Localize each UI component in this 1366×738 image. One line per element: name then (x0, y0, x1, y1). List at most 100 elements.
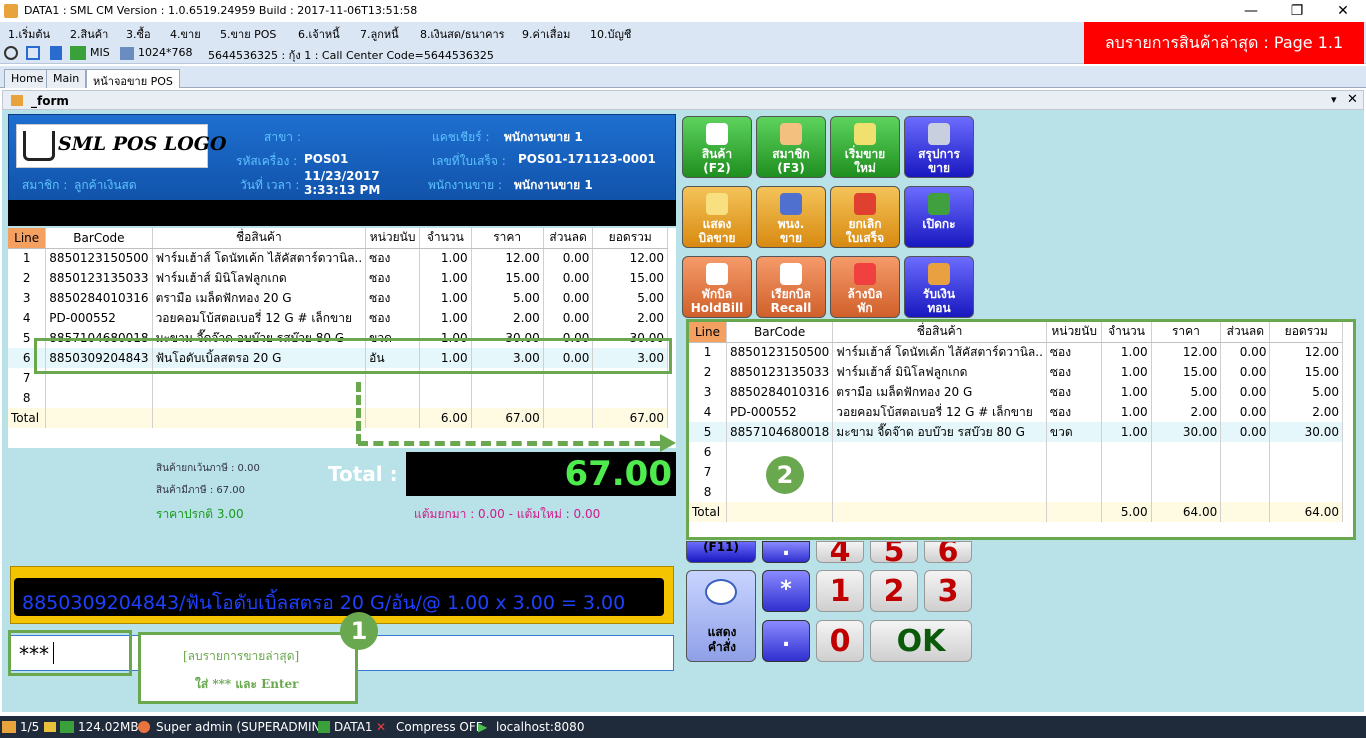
salesperson-button[interactable]: พนง. ขาย (756, 186, 826, 248)
total-cell (152, 408, 367, 428)
receive-change-icon (928, 263, 950, 285)
menu-item-buy[interactable]: 3.ซื้อ (126, 25, 151, 43)
chart-icon[interactable] (70, 46, 86, 60)
col-amount[interactable]: ยอดรวม (592, 228, 668, 249)
col-amount[interactable]: ยอดรวม (1269, 322, 1343, 343)
member-value: ลูกค้าเงินสด (74, 178, 137, 192)
member-f3-icon (780, 123, 802, 145)
clear-held-bill-label: ล้างบิล (847, 287, 883, 301)
col-discount[interactable]: ส่วนลด (1220, 322, 1271, 343)
minimize-button[interactable]: — (1228, 0, 1274, 22)
table-cell: 0.00 (1220, 382, 1271, 402)
menu-item-cash-bank[interactable]: 8.เงินสด/ธนาคาร (420, 25, 505, 43)
open-shift-button[interactable]: เปิดกะ (904, 186, 974, 248)
menu-item-sell-pos[interactable]: 5.ขาย POS (220, 25, 276, 43)
total-cell (365, 408, 421, 428)
vat-text: สินค้ามีภาษี : 67.00 (156, 485, 245, 496)
receive-change-button[interactable]: รับเงิน ทอน (904, 256, 974, 318)
tab-strip: Home Main หน้าจอขาย POS (0, 66, 1366, 88)
f11-button[interactable]: (F11) (686, 540, 756, 563)
table-cell (1220, 482, 1271, 502)
connector-horizontal (358, 441, 660, 446)
picture-icon[interactable] (120, 47, 134, 60)
table-cell: 6 (689, 442, 728, 462)
menu-item-start[interactable]: 1.เริ่มต้น (8, 25, 50, 43)
tab-main[interactable]: Main (46, 69, 87, 88)
menu-item-depreciation[interactable]: 9.ค่าเสื่อม (522, 25, 570, 43)
table-cell (832, 442, 1047, 462)
col-discount[interactable]: ส่วนลด (543, 228, 594, 249)
member-f3-button[interactable]: สมาชิก (F3) (756, 116, 826, 178)
table-row[interactable]: 2 8850123135033 ฟาร์มเฮ้าส์ มินิโลฟลูกเกดซ… (689, 362, 1343, 382)
table-row[interactable]: 5 8857104680018 มะขาม จี๊ดจ๊าด อบบ๊วย รสบ๊… (689, 422, 1343, 442)
menu-item-product[interactable]: 2.สินค้า (70, 25, 108, 43)
col-qty[interactable]: จำนวน (419, 228, 472, 249)
table-row[interactable]: 4 PD-000552 วอยคอมโบ้สตอเบอรี่ 12 G # เล็ก… (8, 308, 668, 328)
keypad-0[interactable]: 0 (816, 620, 864, 662)
mis-label[interactable]: MIS (90, 46, 110, 59)
keypad-4[interactable]: 4 (816, 541, 864, 563)
cancel-receipt-button[interactable]: ยกเลิก ใบเสร็จ (830, 186, 900, 248)
table-cell: ซอง (1046, 402, 1103, 422)
dot-label: . (781, 627, 791, 652)
keypad-1[interactable]: 1 (816, 570, 864, 612)
table-cell: 1 (689, 342, 728, 362)
table-row[interactable]: 1 8850123150500 ฟาร์มเฮ้าส์ โดนัทเค้ก ไส้ค… (689, 342, 1343, 362)
dropdown-icon[interactable]: ▾ (1331, 93, 1337, 106)
table-row[interactable]: 3 8850284010316 ตรามือ เมล็ดฟักทอง 20 G ซอง… (689, 382, 1343, 402)
keypad-star[interactable]: * (762, 570, 810, 612)
table-cell: 12.00 (592, 248, 668, 268)
table-row[interactable]: 8 (8, 388, 668, 408)
key-5-label: 5 (883, 541, 905, 563)
hold-bill-button[interactable]: พักบิล HoldBill (682, 256, 752, 318)
keypad-dot-top[interactable]: . (762, 538, 810, 563)
col-barcode[interactable]: BarCode (726, 322, 834, 343)
table-row[interactable]: 3 8850284010316 ตรามือ เมล็ดฟักทอง 20 G ซอง… (8, 288, 668, 308)
col-price[interactable]: ราคา (471, 228, 544, 249)
keypad-dot[interactable]: . (762, 620, 810, 662)
col-price[interactable]: ราคา (1151, 322, 1222, 343)
product-f2-button[interactable]: สินค้า (F2) (682, 116, 752, 178)
server-icon: ▶ (478, 720, 488, 734)
menu-item-accounting[interactable]: 10.บัญชี (590, 25, 631, 43)
col-barcode[interactable]: BarCode (45, 228, 153, 249)
keypad-2[interactable]: 2 (870, 570, 918, 612)
table-cell: 8850123135033 (726, 362, 834, 382)
show-bill-button[interactable]: แสดง บิลขาย (682, 186, 752, 248)
col-unit[interactable]: หน่วยนับ (1046, 322, 1103, 343)
close-form-icon[interactable]: ✕ (1347, 92, 1358, 107)
recall-bill-button[interactable]: เรียกบิล Recall (756, 256, 826, 318)
customer-display-bar (8, 200, 676, 226)
hold-bill-icon (706, 263, 728, 285)
keypad-5[interactable]: 5 (870, 541, 918, 563)
table-row[interactable]: 4 PD-000552 วอยคอมโบ้สตอเบอรี่ 12 G # เล็ก… (689, 402, 1343, 422)
show-commands-button[interactable]: แสดง คำสั่ง (686, 570, 756, 662)
sales-summary-button[interactable]: สรุปการ ขาย (904, 116, 974, 178)
clear-held-bill-button[interactable]: ล้างบิล พัก (830, 256, 900, 318)
menu-item-debtor[interactable]: 7.ลูกหนี้ (360, 25, 399, 43)
col-unit[interactable]: หน่วยนับ (365, 228, 421, 249)
after-delete-grid[interactable]: Line BarCode ชื่อสินค้า หน่วยนับ จำนวน ร… (686, 319, 1356, 540)
ok-button[interactable]: OK (870, 620, 972, 662)
restore-button[interactable]: ❐ (1274, 0, 1320, 22)
tab-pos[interactable]: หน้าจอขาย POS (86, 69, 180, 88)
col-name[interactable]: ชื่อสินค้า (832, 322, 1047, 343)
window-icon[interactable] (26, 46, 40, 60)
new-sale-button[interactable]: เริ่มขาย ใหม่ (830, 116, 900, 178)
close-button[interactable]: ✕ (1320, 0, 1366, 22)
tab-home[interactable]: Home (4, 69, 51, 88)
col-name[interactable]: ชื่อสินค้า (152, 228, 367, 249)
calculator-icon[interactable] (50, 46, 62, 60)
resolution-label[interactable]: 1024*768 (138, 46, 193, 59)
table-row[interactable]: 2 8850123135033 ฟาร์มเฮ้าส์ มินิโลฟลูกเกดซ… (8, 268, 668, 288)
col-qty[interactable]: จำนวน (1101, 322, 1152, 343)
clock-icon[interactable] (4, 46, 18, 60)
menu-item-sell[interactable]: 4.ขาย (170, 25, 201, 43)
col-line[interactable]: Line (8, 228, 47, 249)
table-row[interactable]: 1 8850123150500 ฟาร์มเฮ้าส์ โดนัทเค้ก ไส้ค… (8, 248, 668, 268)
keypad-3[interactable]: 3 (924, 570, 972, 612)
col-line[interactable]: Line (689, 322, 728, 343)
table-cell (1151, 442, 1222, 462)
menu-item-creditor[interactable]: 6.เจ้าหนี้ (298, 25, 340, 43)
keypad-6[interactable]: 6 (924, 541, 972, 563)
